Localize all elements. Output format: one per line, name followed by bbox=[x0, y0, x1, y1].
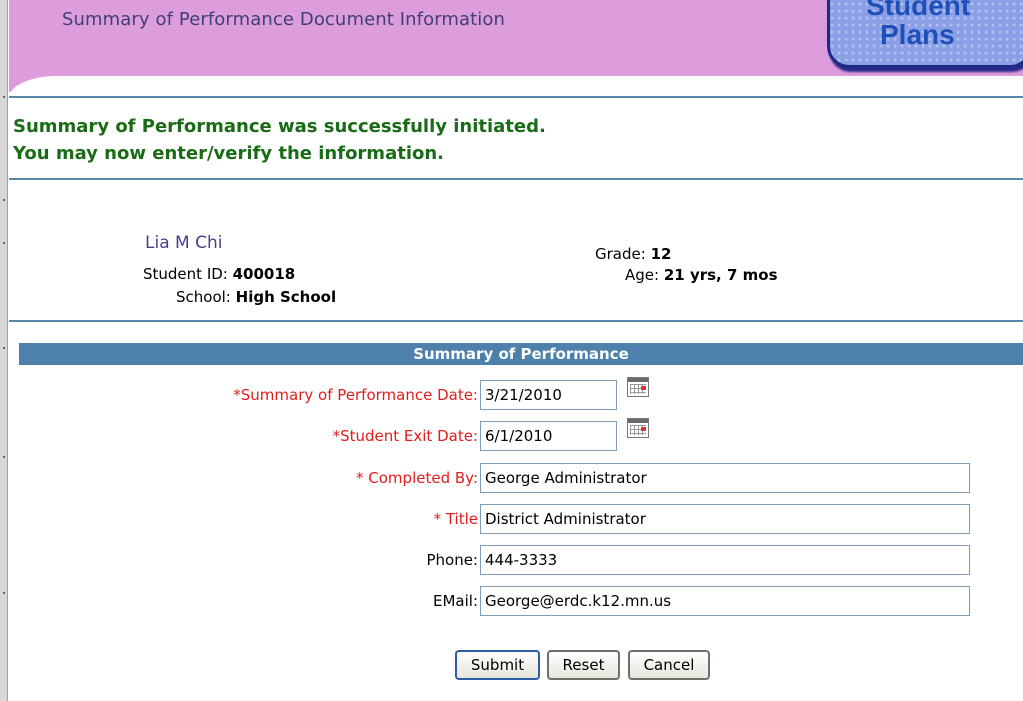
completed-by-input[interactable]: George Administrator bbox=[480, 463, 970, 493]
grade-label: Grade: bbox=[595, 245, 646, 263]
sop-date-input[interactable]: 3/21/2010 bbox=[480, 380, 617, 410]
reset-button[interactable]: Reset bbox=[547, 650, 620, 680]
student-school: School: High School bbox=[176, 288, 336, 306]
email-label: EMail: bbox=[433, 592, 478, 610]
submit-button[interactable]: Submit bbox=[455, 650, 540, 680]
divider-student bbox=[9, 320, 1023, 322]
success-message-line2: You may now enter/verify the information… bbox=[13, 143, 445, 164]
age-value: 21 yrs, 7 mos bbox=[663, 266, 778, 284]
school-label: School: bbox=[176, 288, 231, 306]
title-label: * Title bbox=[433, 510, 478, 528]
student-age: Age: 21 yrs, 7 mos bbox=[625, 266, 778, 284]
logo-line2: Plans bbox=[880, 19, 955, 50]
completed-by-label: * Completed By: bbox=[356, 469, 478, 487]
exit-date-input[interactable]: 6/1/2010 bbox=[480, 421, 617, 451]
student-id: Student ID: 400018 bbox=[143, 265, 295, 283]
window-left-border bbox=[0, 0, 8, 701]
divider-message bbox=[9, 178, 1023, 180]
calendar-icon[interactable] bbox=[627, 377, 649, 397]
cancel-button[interactable]: Cancel bbox=[628, 650, 710, 680]
page-title: Summary of Performance Document Informat… bbox=[62, 9, 506, 30]
success-message-line1: Summary of Performance was successfully … bbox=[13, 116, 546, 137]
section-header: Summary of Performance bbox=[19, 343, 1023, 365]
email-input[interactable]: George@erdc.k12.mn.us bbox=[480, 586, 970, 616]
divider-top bbox=[9, 96, 1023, 98]
age-label: Age: bbox=[625, 266, 660, 284]
grade-value: 12 bbox=[650, 245, 672, 263]
student-plans-logo: Student Plans bbox=[827, 0, 1023, 68]
student-id-value: 400018 bbox=[232, 265, 296, 283]
exit-date-label: *Student Exit Date: bbox=[332, 427, 478, 445]
phone-label: Phone: bbox=[426, 551, 478, 569]
school-value: High School bbox=[235, 288, 337, 306]
calendar-icon[interactable] bbox=[627, 418, 649, 438]
student-grade: Grade: 12 bbox=[595, 245, 671, 263]
sop-date-label: *Summary of Performance Date: bbox=[233, 386, 478, 404]
phone-input[interactable]: 444-3333 bbox=[480, 545, 970, 575]
student-name: Lia M Chi bbox=[145, 233, 223, 253]
title-input[interactable]: District Administrator bbox=[480, 504, 970, 534]
header-curve bbox=[9, 76, 1023, 92]
student-id-label: Student ID: bbox=[143, 265, 228, 283]
